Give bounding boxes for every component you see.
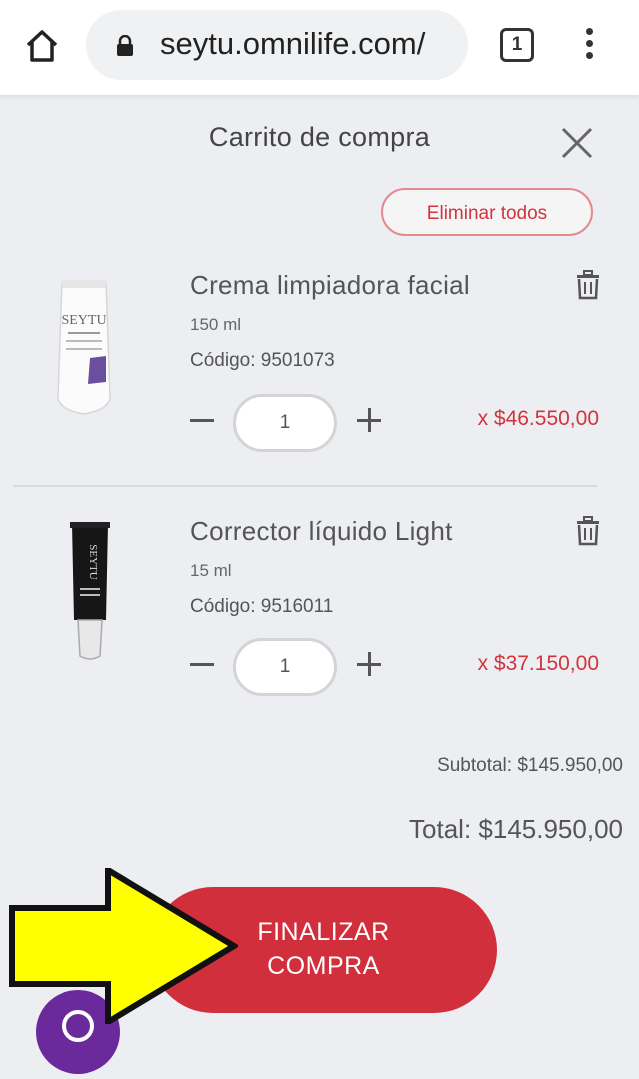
item-code: Código: 9501073: [190, 350, 335, 371]
browser-toolbar: seytu.omnilife.com/ 1: [0, 0, 639, 95]
item-code: Código: 9516011: [190, 596, 334, 617]
quantity-input[interactable]: 1: [233, 638, 337, 696]
plus-icon[interactable]: [355, 650, 383, 680]
item-size: 150 ml: [190, 315, 242, 334]
tab-count: 1: [500, 28, 534, 62]
lock-icon: [116, 34, 134, 57]
item-size: 15 ml: [190, 561, 232, 580]
url-text: seytu.omnilife.com/: [160, 26, 426, 61]
trash-icon[interactable]: [574, 270, 602, 300]
item-divider: [13, 485, 597, 487]
svg-text:SEYTU: SEYTU: [87, 544, 99, 580]
item-name: Crema limpiadora facial: [190, 270, 471, 300]
tabs-icon[interactable]: 1: [500, 28, 536, 64]
item-name: Corrector líquido Light: [190, 516, 453, 546]
product-image: SEYTU: [68, 522, 112, 667]
minus-icon[interactable]: [188, 650, 216, 680]
home-icon[interactable]: [22, 26, 62, 66]
item-price: x $46.550,00: [477, 407, 599, 430]
minus-icon[interactable]: [188, 406, 216, 436]
more-vert-icon[interactable]: [578, 28, 600, 68]
svg-text:SEYTU: SEYTU: [61, 313, 106, 328]
plus-icon[interactable]: [355, 406, 383, 436]
clear-all-button[interactable]: Eliminar todos: [381, 188, 593, 236]
close-icon[interactable]: [560, 126, 594, 160]
trash-icon[interactable]: [574, 516, 602, 546]
subtotal: Subtotal: $145.950,00: [437, 755, 623, 776]
product-image: SEYTU: [48, 278, 120, 423]
item-price: x $37.150,00: [477, 652, 599, 675]
arrow-right-annotation: [8, 864, 240, 1028]
total: Total: $145.950,00: [409, 814, 623, 844]
cart-item: SEYTU Corrector líquido Light 15 ml Códi…: [0, 516, 639, 756]
address-bar[interactable]: seytu.omnilife.com/: [86, 10, 468, 80]
quantity-input[interactable]: 1: [233, 394, 337, 452]
cart-title: Carrito de compra: [208, 122, 431, 152]
cart-item: SEYTU Crema limpiadora facial 150 ml Cód…: [0, 270, 639, 510]
